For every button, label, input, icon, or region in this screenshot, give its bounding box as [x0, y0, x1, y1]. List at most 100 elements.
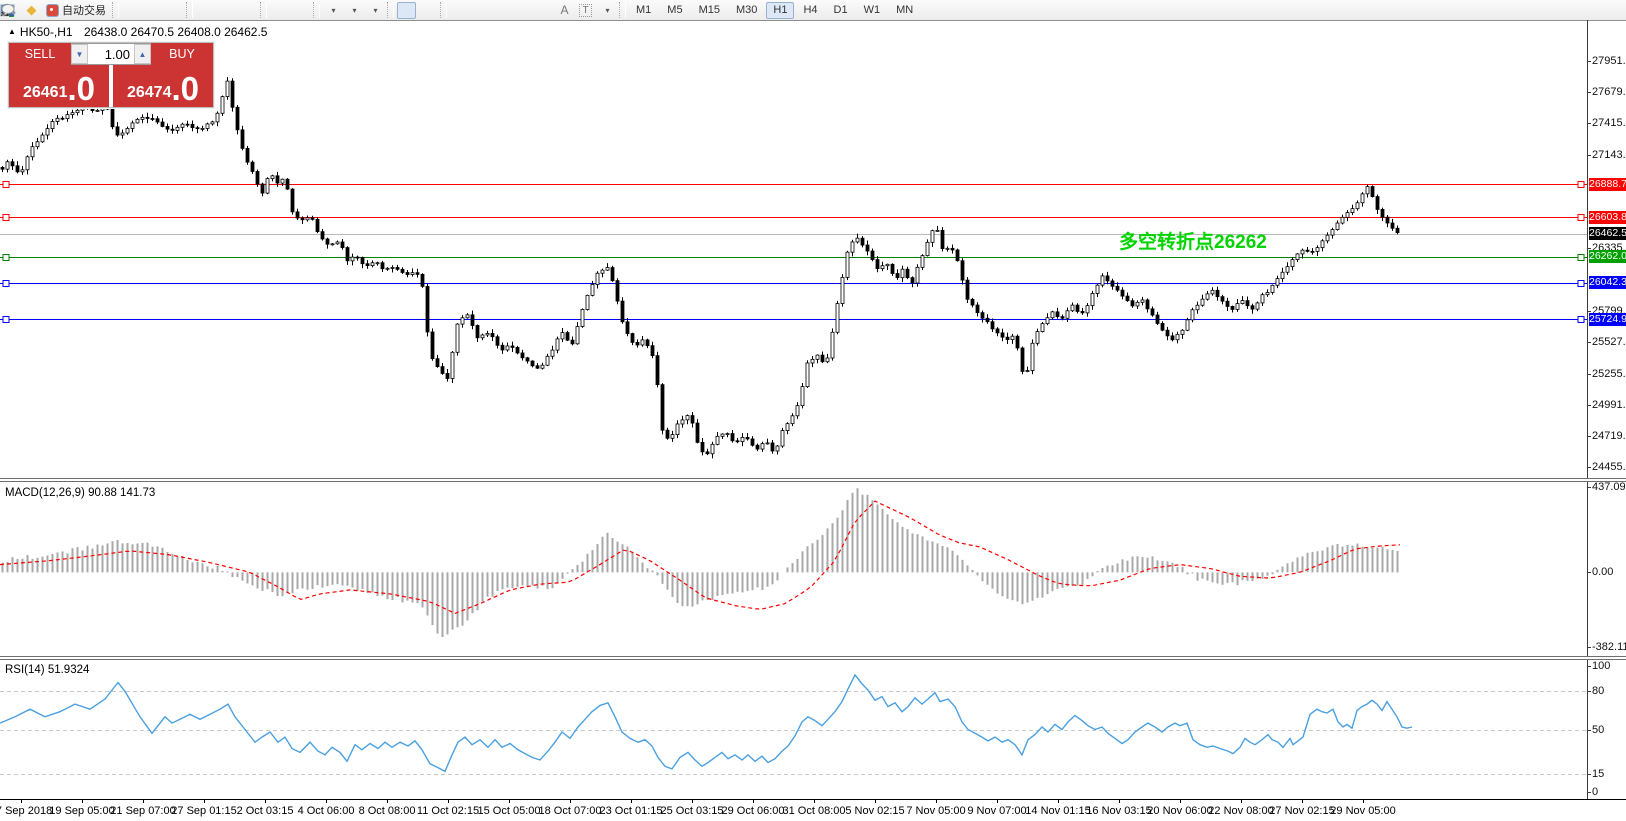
candle-body [546, 356, 549, 365]
time-axis-tickmark [1241, 800, 1242, 803]
auto-scroll-button[interactable] [270, 2, 289, 19]
candle-body [1056, 312, 1059, 317]
line-handle[interactable] [1578, 182, 1584, 188]
line-handle[interactable] [1578, 255, 1584, 261]
pane-splitter[interactable] [0, 478, 1626, 482]
volume-box: ▼ ▲ [71, 43, 151, 65]
templates-button[interactable]: ▾ [365, 2, 384, 19]
collapse-panel-icon[interactable]: ▲ [8, 27, 16, 36]
equidistant-channel-button[interactable]: E [513, 2, 532, 19]
time-axis-tickmark [875, 800, 876, 803]
candle-body [291, 189, 294, 212]
zoom-out-button[interactable] [217, 2, 236, 19]
crosshair-button[interactable] [418, 2, 437, 19]
vertical-line-button[interactable] [450, 2, 469, 19]
candle-body [336, 242, 339, 244]
chart-annotation-text[interactable]: 多空转折点26262 [1119, 227, 1267, 254]
rsi-axis-tickmark [1587, 792, 1591, 793]
chat-icon [0, 3, 16, 17]
fibonacci-button[interactable]: F [534, 2, 553, 19]
candle-body [736, 441, 739, 442]
time-axis-label: 29 Oct 06:00 [722, 805, 785, 817]
line-handle[interactable] [3, 255, 9, 261]
sell-price-button[interactable]: 26461 .0 [9, 65, 109, 107]
timeframe-button-w1[interactable]: W1 [857, 2, 888, 19]
timeframe-button-h4[interactable]: H4 [796, 2, 824, 19]
level-price-tag: 25724.9 [1589, 313, 1626, 326]
candle-body [96, 110, 99, 111]
timeframe-button-mn[interactable]: MN [889, 2, 920, 19]
candle-body [786, 424, 789, 431]
candle-body [1326, 235, 1329, 241]
line-handle[interactable] [3, 317, 9, 323]
line-handle[interactable] [3, 215, 9, 221]
level-price-tag: 26262.0 [1589, 250, 1626, 263]
line-chart-button[interactable] [164, 2, 183, 19]
cursor-button[interactable] [397, 2, 416, 19]
bar-chart-button[interactable] [122, 2, 141, 19]
candle-body [321, 232, 324, 239]
timeframe-button-h1[interactable]: H1 [766, 2, 794, 19]
volume-input[interactable] [88, 44, 134, 64]
timeframe-button-m15[interactable]: M15 [692, 2, 727, 19]
chart-shift-button[interactable] [291, 2, 310, 19]
candle-body [956, 250, 959, 261]
search-button[interactable] [1579, 2, 1598, 19]
line-handle[interactable] [3, 182, 9, 188]
candle-body [731, 434, 734, 441]
line-handle[interactable] [1578, 215, 1584, 221]
candle-body [296, 212, 299, 218]
candlestick-chart[interactable] [0, 20, 1587, 478]
candle-body [801, 387, 804, 406]
trendline-button[interactable] [492, 2, 511, 19]
candle-body [561, 333, 564, 339]
candle-body [41, 135, 44, 142]
periods-button[interactable]: ▾ [344, 2, 363, 19]
pane-splitter[interactable] [0, 656, 1626, 660]
buy-price-button[interactable]: 26474 .0 [113, 65, 213, 107]
tile-windows-button[interactable] [238, 2, 257, 19]
candle-body [1076, 305, 1079, 311]
arrows-button[interactable]: ▾ [597, 2, 616, 19]
candle-body [726, 434, 729, 435]
candle-body [401, 269, 404, 272]
candle-body [461, 318, 464, 324]
time-axis[interactable]: 17 Sep 201819 Sep 05:0021 Sep 07:0027 Se… [0, 799, 1626, 821]
candle-body [1, 167, 4, 169]
price-axis-tick: 24455.0 [1592, 461, 1626, 473]
horizontal-line-button[interactable] [471, 2, 490, 19]
zoom-in-button[interactable] [196, 2, 215, 19]
autotrading-button[interactable]: 自动交易 [43, 2, 109, 19]
buy-button[interactable]: BUY [151, 43, 213, 65]
timeframe-button-d1[interactable]: D1 [827, 2, 855, 19]
candlestick-button[interactable] [143, 2, 162, 19]
candle-body [706, 452, 709, 454]
line-handle[interactable] [1578, 317, 1584, 323]
time-axis-tickmark [509, 800, 510, 803]
candle-body [476, 325, 479, 337]
timeframe-button-m1[interactable]: M1 [629, 2, 658, 19]
timeframe-button-m5[interactable]: M5 [660, 2, 689, 19]
sell-button[interactable]: SELL [9, 43, 71, 65]
candle-body [1046, 318, 1049, 324]
candle-body [431, 332, 434, 359]
history-center-button[interactable]: ◆ [22, 2, 41, 19]
candle-body [536, 366, 539, 368]
line-handle[interactable] [1578, 281, 1584, 287]
volume-increase-button[interactable]: ▲ [134, 44, 151, 64]
rsi-indicator-chart[interactable] [0, 660, 1587, 799]
text-label-button[interactable]: T [576, 2, 595, 19]
line-handle[interactable] [3, 281, 9, 287]
indicators-button[interactable]: ▾ [323, 2, 342, 19]
macd-indicator-chart[interactable] [0, 482, 1587, 656]
candle-body [901, 269, 904, 277]
time-axis-label: 25 Oct 03:15 [661, 805, 724, 817]
volume-decrease-button[interactable]: ▼ [71, 44, 88, 64]
text-button[interactable]: A [555, 2, 574, 19]
candle-body [1301, 250, 1304, 254]
chat-button[interactable] [1600, 2, 1619, 19]
timeframe-button-m30[interactable]: M30 [729, 2, 764, 19]
candle-body [571, 340, 574, 344]
candle-body [756, 445, 759, 449]
candle-body [926, 242, 929, 255]
